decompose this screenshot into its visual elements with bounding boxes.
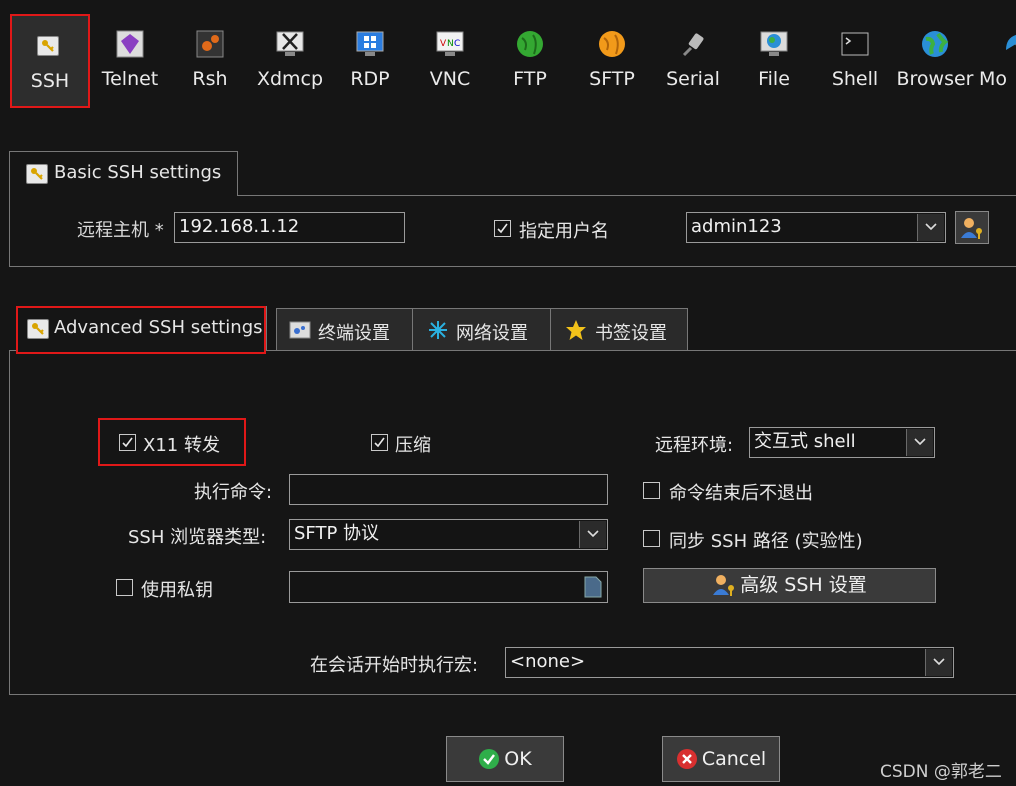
rdp-session-button[interactable]: RDP <box>330 14 410 108</box>
specify-user-checkbox[interactable] <box>494 220 511 237</box>
remote-environment-select[interactable]: 交互式 shell <box>749 427 935 458</box>
advanced-ssh-settings-label: 高级 SSH 设置 <box>740 574 867 596</box>
remote-environment-value: 交互式 shell <box>754 431 856 452</box>
terminal-tab-label: 终端设置 <box>318 323 390 344</box>
remote-host-input[interactable]: 192.168.1.12 <box>174 212 405 243</box>
ok-button[interactable]: OK <box>446 736 564 782</box>
cancel-button[interactable]: Cancel <box>662 736 780 782</box>
plug-icon <box>682 33 704 57</box>
globe-monitor-icon <box>760 31 788 56</box>
ok-check-icon <box>479 749 500 769</box>
svg-text:V: V <box>440 39 447 49</box>
mosh-session-button[interactable]: Mo <box>976 14 1016 108</box>
compression-label: 压缩 <box>395 435 431 456</box>
use-private-key-label: 使用私钥 <box>141 580 213 601</box>
watermark: CSDN @郭老二 <box>880 762 1002 782</box>
remote-host-label: 远程主机 * <box>77 220 164 241</box>
chevron-down-icon[interactable] <box>906 429 933 456</box>
check-icon <box>122 437 133 448</box>
svg-text:N: N <box>447 39 454 49</box>
basic-tab-label: Basic SSH settings <box>54 162 222 183</box>
sync-ssh-path-label: 同步 SSH 路径 (实验性) <box>669 531 863 552</box>
browser-session-button[interactable]: Browser <box>895 14 975 108</box>
tab-network-settings[interactable]: 网络设置 <box>412 308 551 350</box>
tab-basic-ssh-settings[interactable]: Basic SSH settings <box>9 151 238 196</box>
svg-text:C: C <box>454 39 460 49</box>
file-icon[interactable] <box>584 576 602 598</box>
execute-command-label: 执行命令: <box>194 482 273 503</box>
chevron-down-icon[interactable] <box>917 214 944 241</box>
network-icon <box>429 321 447 339</box>
gem-icon <box>116 30 144 58</box>
macro-value: <none> <box>510 651 586 672</box>
tab-terminal-settings[interactable]: 终端设置 <box>276 308 413 350</box>
use-private-key-checkbox[interactable] <box>116 579 133 596</box>
x11-forwarding-checkbox[interactable] <box>119 434 136 451</box>
globe-green-icon <box>517 31 543 57</box>
x11-forwarding-label: X11 转发 <box>143 435 220 456</box>
gears-icon <box>196 30 224 58</box>
rsh-session-button[interactable]: Rsh <box>170 14 250 108</box>
browser-label: Browser <box>896 68 974 90</box>
compression-checkbox[interactable] <box>371 434 388 451</box>
remote-environment-label: 远程环境: <box>655 435 734 456</box>
vnc-monitor-icon: VNC <box>436 31 464 56</box>
ssh-browser-type-label: SSH 浏览器类型: <box>128 527 267 548</box>
network-tab-label: 网络设置 <box>456 323 528 344</box>
cancel-x-icon <box>676 749 697 769</box>
ssh-browser-type-value: SFTP 协议 <box>294 523 380 544</box>
ok-label: OK <box>504 748 532 770</box>
advanced-ssh-settings-button[interactable]: 高级 SSH 设置 <box>643 568 936 603</box>
tab-bookmark-settings[interactable]: 书签设置 <box>550 308 688 350</box>
macro-label: 在会话开始时执行宏: <box>310 655 479 676</box>
serial-session-button[interactable]: Serial <box>653 14 733 108</box>
do-not-exit-label: 命令结束后不退出 <box>669 483 813 504</box>
telnet-session-button[interactable]: Telnet <box>90 14 170 108</box>
username-combo[interactable]: admin123 <box>686 212 946 243</box>
shell-session-button[interactable]: Shell <box>815 14 895 108</box>
windows-monitor-icon <box>356 31 384 56</box>
globe-icon <box>922 31 949 57</box>
user-manager-button[interactable] <box>955 211 989 244</box>
terminal-icon <box>841 32 869 56</box>
specify-user-label: 指定用户名 <box>519 221 609 242</box>
key-icon <box>26 164 48 184</box>
star-icon <box>566 320 586 340</box>
key-icon <box>37 36 59 56</box>
mo-label: Mo <box>979 68 1008 90</box>
chevron-down-icon[interactable] <box>579 521 606 548</box>
user-key-icon <box>961 218 982 239</box>
highlight-advanced-tab <box>16 306 266 354</box>
terminal-settings-icon <box>289 321 311 339</box>
bookmark-tab-label: 书签设置 <box>595 323 667 344</box>
xdmcp-session-button[interactable]: Xdmcp <box>250 14 330 108</box>
username-value: admin123 <box>691 216 782 237</box>
do-not-exit-checkbox[interactable] <box>643 482 660 499</box>
private-key-input[interactable] <box>289 571 608 603</box>
chevron-down-icon[interactable] <box>925 649 952 676</box>
ftp-session-button[interactable]: FTP <box>490 14 570 108</box>
x-monitor-icon <box>276 31 304 56</box>
user-key-icon <box>713 575 735 596</box>
macro-select[interactable]: <none> <box>505 647 954 678</box>
cancel-label: Cancel <box>701 748 767 770</box>
session-type-toolbar: SSH Telnet Rsh Xdmcp RDP VNC VNC FTP SFT… <box>0 0 1016 112</box>
vnc-session-button[interactable]: VNC VNC <box>410 14 490 108</box>
sync-ssh-path-checkbox[interactable] <box>643 530 660 547</box>
check-icon <box>497 223 508 234</box>
ssh-session-button[interactable]: SSH <box>10 14 90 108</box>
globe-orange-icon <box>599 31 625 57</box>
file-session-button[interactable]: File <box>734 14 814 108</box>
sftp-session-button[interactable]: SFTP <box>572 14 652 108</box>
satellite-icon <box>1006 34 1016 50</box>
execute-command-input[interactable] <box>289 474 608 505</box>
check-icon <box>374 437 385 448</box>
ssh-browser-type-select[interactable]: SFTP 协议 <box>289 519 608 550</box>
